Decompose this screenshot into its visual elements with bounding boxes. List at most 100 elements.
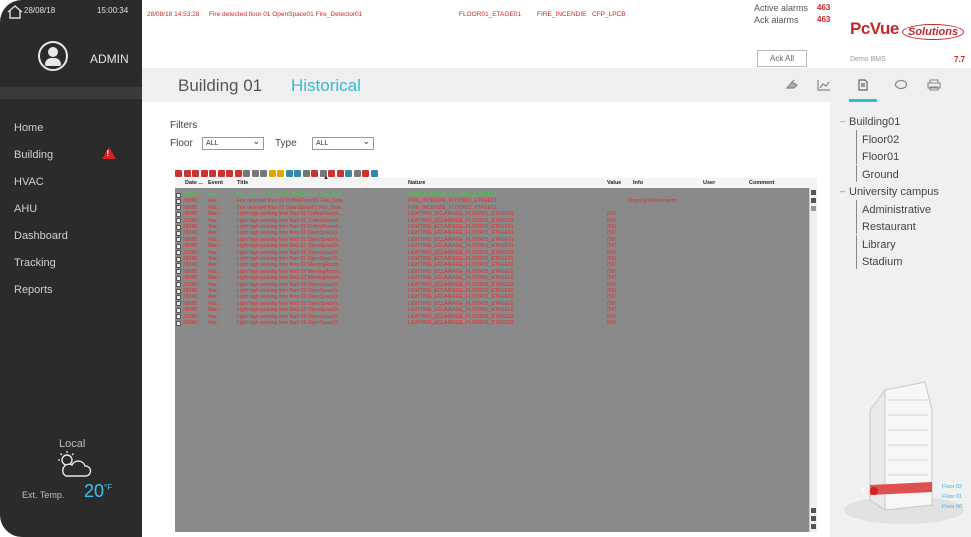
row-checkbox[interactable] — [176, 263, 181, 269]
col-comment[interactable]: Comment — [749, 180, 774, 186]
grid-tool-icon[interactable] — [260, 170, 267, 177]
brand-logo: PcVue — [850, 19, 899, 38]
row-checkbox[interactable] — [176, 243, 181, 249]
grid-tool-icon[interactable] — [251, 170, 259, 177]
tree-node[interactable]: Library — [844, 234, 939, 257]
grid-tool-icon[interactable] — [277, 170, 284, 177]
scroll-thumb[interactable] — [811, 206, 816, 211]
sidebar-divider — [0, 87, 142, 99]
grid-tool-icon[interactable] — [192, 170, 199, 177]
tree-node[interactable]: Floor02 — [844, 129, 939, 152]
row-checkbox[interactable] — [176, 218, 181, 224]
row-checkbox[interactable] — [176, 205, 181, 211]
grid-tool-icon[interactable] — [336, 170, 344, 177]
scroll-down-icon[interactable] — [811, 516, 816, 521]
weather-location: Local — [59, 438, 86, 450]
col-date[interactable]: Date ... — [185, 180, 203, 186]
row-checkbox[interactable] — [176, 250, 181, 256]
tab-historical[interactable]: Historical — [291, 76, 361, 96]
grid-tool-icon[interactable] — [268, 170, 276, 177]
tree-node[interactable]: Restaurant — [844, 217, 939, 239]
row-checkbox[interactable] — [176, 224, 181, 230]
row-checkbox[interactable] — [176, 314, 181, 320]
alarm-message[interactable]: Fire detected floor 01 OpenSpace01 Fire_… — [209, 11, 362, 18]
grid-tool-icon[interactable] — [234, 170, 242, 177]
row-checkbox[interactable] — [176, 231, 181, 237]
user-name[interactable]: ADMIN — [90, 52, 129, 66]
scroll-step-down-icon[interactable] — [811, 508, 816, 513]
nav-item-home[interactable]: Home — [14, 122, 129, 149]
floor-filter-select[interactable]: ALL — [202, 136, 264, 150]
row-checkbox[interactable] — [176, 199, 181, 205]
grid-tool-icon[interactable] — [183, 170, 191, 177]
grid-tool-icon[interactable] — [362, 170, 369, 177]
nav-item-hvac[interactable]: HVAC — [14, 176, 129, 203]
floor-01-label[interactable]: Floor 01 — [942, 494, 962, 500]
grid-tool-icon[interactable] — [328, 170, 335, 177]
col-value[interactable]: Value — [607, 180, 621, 186]
grid-tool-icon[interactable] — [226, 170, 233, 177]
scroll-step-icon[interactable] — [811, 198, 816, 203]
building-alarm-badge: 1 — [861, 488, 865, 494]
floor-02-label[interactable]: Floor 02 — [942, 484, 962, 490]
ack-all-button[interactable]: Ack All — [757, 50, 807, 67]
historical-panel: Filters Floor ALL Type ALL Date ... Even… — [147, 102, 827, 537]
col-user[interactable]: User — [703, 180, 715, 186]
comment-icon[interactable] — [894, 79, 908, 91]
tree-node[interactable]: Ground — [844, 164, 939, 187]
grid-tool-icon[interactable] — [294, 170, 301, 177]
print-icon[interactable] — [927, 79, 941, 91]
grid-tool-icon[interactable] — [345, 170, 352, 177]
row-checkbox[interactable] — [176, 192, 181, 198]
type-filter-select[interactable]: ALL — [312, 136, 374, 150]
nav-item-dashboard[interactable]: Dashboard — [14, 230, 129, 257]
grid-tool-icon[interactable] — [353, 170, 361, 177]
scroll-end-icon[interactable] — [811, 524, 816, 529]
tree-node[interactable]: Floor01 — [844, 147, 939, 169]
row-checkbox[interactable] — [176, 288, 181, 294]
row-checkbox[interactable] — [176, 256, 181, 262]
tree-node[interactable]: University campus — [840, 186, 939, 204]
row-checkbox[interactable] — [176, 307, 181, 313]
floor-00-label[interactable]: Floor 00 — [942, 504, 962, 510]
grid-tool-icon[interactable] — [243, 170, 250, 177]
row-checkbox[interactable] — [176, 275, 181, 281]
table-row[interactable]: 28/08/... Alar... Light high working time … — [175, 320, 809, 326]
home-icon[interactable] — [6, 4, 24, 20]
col-nature[interactable]: Nature — [408, 180, 425, 186]
tree-node[interactable]: Stadium — [844, 252, 939, 274]
grid-scrollbar[interactable] — [809, 188, 817, 532]
grid-tool-icon[interactable] — [285, 170, 293, 177]
nav-item-ahu[interactable]: AHU — [14, 203, 129, 230]
alarm-bell-icon[interactable] — [785, 79, 799, 91]
row-checkbox[interactable] — [176, 237, 181, 243]
grid-tool-icon[interactable] — [175, 170, 182, 177]
col-event[interactable]: Event — [208, 180, 223, 186]
row-checkbox[interactable] — [176, 320, 181, 326]
col-title[interactable]: Title — [237, 180, 248, 186]
scroll-up-icon[interactable] — [811, 190, 816, 195]
grid-tool-icon[interactable] — [302, 170, 310, 177]
report-icon[interactable] — [856, 79, 870, 91]
row-checkbox[interactable] — [176, 282, 181, 288]
user-avatar-icon[interactable] — [38, 41, 68, 71]
nav-item-reports[interactable]: Reports — [14, 284, 129, 311]
floor-filter-label: Floor — [170, 138, 193, 149]
row-checkbox[interactable] — [176, 295, 181, 301]
nav-item-building[interactable]: Building ! — [14, 147, 129, 176]
tree-node[interactable]: Administrative — [844, 199, 939, 222]
grid-tool-icon[interactable] — [311, 170, 318, 177]
grid-tool-icon[interactable] — [217, 170, 225, 177]
grid-tool-icon[interactable] — [200, 170, 208, 177]
grid-tool-icon[interactable] — [209, 170, 216, 177]
row-checkbox[interactable] — [176, 269, 181, 275]
nav-item-tracking[interactable]: Tracking — [14, 257, 129, 284]
col-info[interactable]: Info — [633, 180, 643, 186]
grid-tool-icon[interactable] — [370, 170, 378, 177]
chart-icon[interactable] — [817, 79, 831, 91]
alarm-history-grid[interactable]: 28/08/... Alar... Fire detected floor 01 C… — [175, 188, 809, 532]
active-alarms-label: Active alarms — [754, 3, 809, 13]
tree-node[interactable]: Building01 — [840, 116, 939, 134]
row-checkbox[interactable] — [176, 301, 181, 307]
row-checkbox[interactable] — [176, 211, 181, 217]
